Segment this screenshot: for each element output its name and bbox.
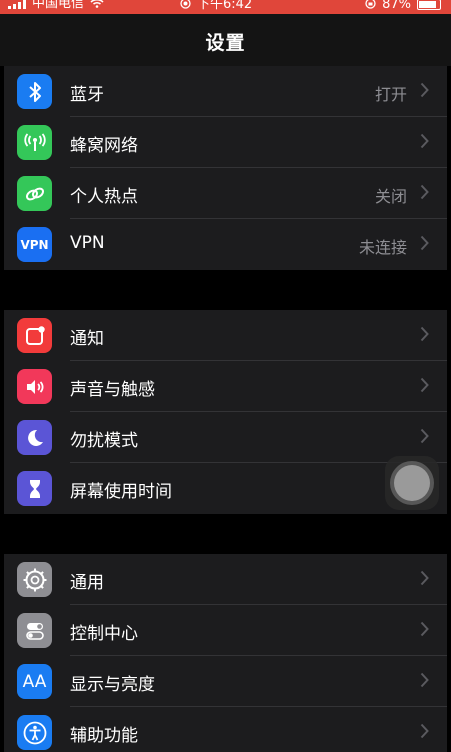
navigation-bar: 设置 [0, 14, 451, 66]
signal-icon [8, 0, 26, 9]
status-right: 87% [365, 0, 441, 11]
settings-row-label: 控制中心 [70, 624, 138, 644]
speaker-icon [17, 369, 52, 404]
chevron-right-icon [420, 621, 429, 637]
gear-icon [17, 562, 52, 597]
status-time: 下午6:42 [197, 0, 253, 12]
screen-record-icon [180, 0, 191, 11]
chevron-right-icon [420, 235, 429, 251]
chevron-right-icon [420, 377, 429, 393]
assistive-touch-button[interactable] [385, 456, 439, 510]
battery-percent: 87% [382, 0, 411, 12]
chevron-right-icon [420, 326, 429, 342]
settings-row-vpn[interactable]: VPN VPN 未连接 [4, 219, 447, 270]
settings-row-screen-time[interactable]: 屏幕使用时间 [4, 463, 447, 514]
settings-row-value: 关闭 [374, 187, 407, 206]
antenna-icon [17, 125, 52, 160]
settings-row-label: 通用 [70, 573, 104, 593]
settings-row-label: 声音与触感 [70, 380, 155, 400]
notifications-icon [17, 318, 52, 353]
settings-row-sounds[interactable]: 声音与触感 [4, 361, 447, 412]
settings-row-label: 辅助功能 [70, 726, 138, 746]
hotspot-chain-icon [17, 176, 52, 211]
vpn-icon: VPN [17, 227, 52, 262]
settings-row-cellular[interactable]: 蜂窝网络 [4, 117, 447, 168]
chevron-right-icon [420, 133, 429, 149]
settings-row-label: 蓝牙 [70, 85, 104, 105]
settings-row-label: 通知 [70, 329, 104, 349]
settings-row-general[interactable]: 通用 [4, 554, 447, 605]
settings-group-system: 通用 控制中心 AA 显示与亮度 辅助功能 [4, 554, 447, 752]
settings-row-accessibility[interactable]: 辅助功能 [4, 707, 447, 752]
settings-row-value: 打开 [374, 85, 407, 104]
status-bar: 中国电信 下午6:42 87% [0, 0, 451, 14]
wifi-icon [90, 0, 104, 10]
settings-row-label: 蜂窝网络 [70, 136, 138, 156]
assistive-touch-knob-icon [394, 465, 430, 501]
carrier-label: 中国电信 [32, 0, 85, 11]
rotation-lock-icon [365, 0, 376, 11]
chevron-right-icon [420, 723, 429, 739]
text-size-icon: AA [17, 664, 52, 699]
chevron-right-icon [420, 570, 429, 586]
moon-icon [17, 420, 52, 455]
settings-row-notifications[interactable]: 通知 [4, 310, 447, 361]
settings-row-label: 屏幕使用时间 [70, 482, 172, 502]
settings-row-control-center[interactable]: 控制中心 [4, 605, 447, 656]
settings-row-label: VPN [70, 233, 105, 253]
hourglass-icon [17, 471, 52, 506]
settings-row-value: 未连接 [358, 238, 407, 257]
settings-row-bluetooth[interactable]: 蓝牙 打开 [4, 66, 447, 117]
settings-row-do-not-disturb[interactable]: 勿扰模式 [4, 412, 447, 463]
settings-row-label: 勿扰模式 [70, 431, 138, 451]
chevron-right-icon [420, 82, 429, 98]
settings-row-display[interactable]: AA 显示与亮度 [4, 656, 447, 707]
status-center: 下午6:42 [180, 0, 252, 11]
chevron-right-icon [420, 184, 429, 200]
settings-group-notifications: 通知 声音与触感 勿扰模式 屏幕使用时间 [4, 310, 447, 514]
settings-group-connectivity: 蓝牙 打开 蜂窝网络 个人热点 关闭 VPN VPN 未连接 [4, 66, 447, 270]
bluetooth-icon [17, 74, 52, 109]
page-title: 设置 [205, 32, 246, 54]
settings-screen: 中国电信 下午6:42 87% 设置 蓝牙 打开 蜂窝网络 个人热点 关闭 VP… [0, 0, 451, 752]
accessibility-icon [17, 715, 52, 750]
status-left: 中国电信 [8, 0, 104, 10]
toggles-icon [17, 613, 52, 648]
settings-row-hotspot[interactable]: 个人热点 关闭 [4, 168, 447, 219]
battery-icon [417, 0, 441, 10]
settings-row-label: 显示与亮度 [70, 675, 155, 695]
chevron-right-icon [420, 672, 429, 688]
chevron-right-icon [420, 428, 429, 444]
settings-row-label: 个人热点 [70, 187, 138, 207]
